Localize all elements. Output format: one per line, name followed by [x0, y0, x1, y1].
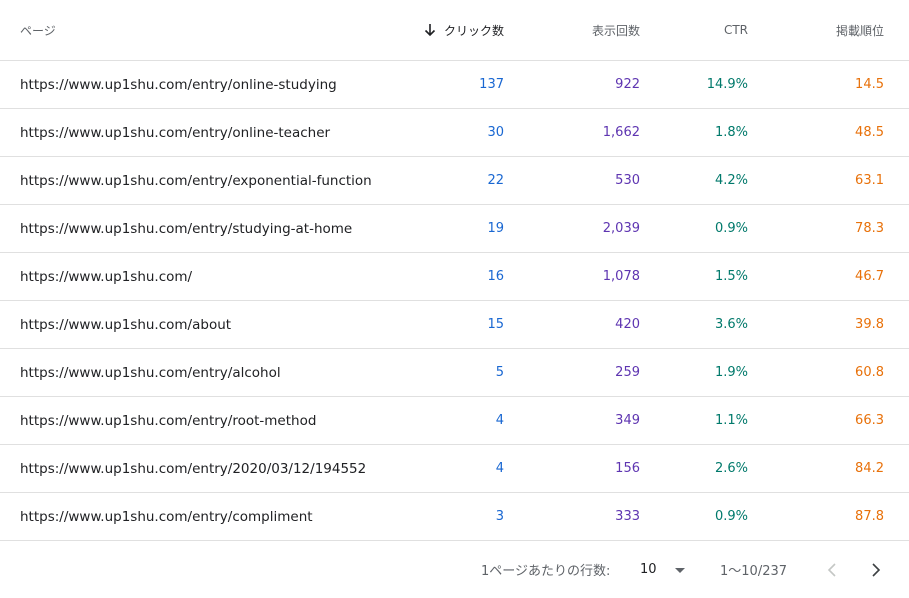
clicks-value: 4: [495, 413, 504, 428]
impressions-value: 2,039: [602, 221, 640, 236]
table-row[interactable]: https://www.up1shu.com/entry/root-method…: [0, 397, 909, 445]
page-url: https://www.up1shu.com/: [20, 268, 193, 285]
chevron-right-icon: [872, 562, 881, 577]
column-header-ctr[interactable]: CTR: [724, 0, 748, 60]
arrow-down-icon: [424, 24, 436, 37]
table-row[interactable]: https://www.up1shu.com/entry/online-stud…: [0, 61, 909, 109]
previous-page-button[interactable]: [822, 541, 842, 598]
table-row[interactable]: https://www.up1shu.com/entry/alcohol 5 2…: [0, 349, 909, 397]
table-header: ページ クリック数 表示回数 CTR 掲載順位: [0, 0, 909, 61]
page-url: https://www.up1shu.com/entry/online-stud…: [20, 76, 337, 93]
dropdown-caret-icon: [674, 568, 685, 573]
column-header-impressions[interactable]: 表示回数: [592, 0, 640, 60]
ctr-value: 1.9%: [714, 365, 748, 380]
page-url: https://www.up1shu.com/entry/alcohol: [20, 364, 281, 381]
position-value: 78.3: [855, 221, 884, 236]
position-value: 39.8: [855, 317, 884, 332]
table-row[interactable]: https://www.up1shu.com/about 15 420 3.6%…: [0, 301, 909, 349]
pagination-range: 1〜10/237: [720, 564, 788, 579]
column-header-clicks-label: クリック数: [443, 23, 504, 38]
table-row[interactable]: https://www.up1shu.com/entry/compliment …: [0, 493, 909, 541]
ctr-value: 4.2%: [714, 173, 748, 188]
ctr-value: 1.1%: [714, 413, 748, 428]
clicks-value: 19: [487, 221, 504, 236]
clicks-value: 30: [487, 125, 504, 140]
clicks-value: 16: [487, 269, 504, 284]
impressions-value: 922: [615, 77, 640, 92]
column-header-page[interactable]: ページ: [20, 0, 56, 60]
table-row[interactable]: https://www.up1shu.com/ 16 1,078 1.5% 46…: [0, 253, 909, 301]
clicks-value: 5: [495, 365, 504, 380]
clicks-value: 15: [487, 317, 504, 332]
table-row[interactable]: https://www.up1shu.com/entry/studying-at…: [0, 205, 909, 253]
table-row[interactable]: https://www.up1shu.com/entry/online-teac…: [0, 109, 909, 157]
page-url: https://www.up1shu.com/entry/root-method: [20, 412, 317, 429]
impressions-value: 156: [615, 461, 640, 476]
position-value: 60.8: [855, 365, 884, 380]
impressions-value: 349: [615, 413, 640, 428]
clicks-value: 22: [487, 173, 504, 188]
clicks-value: 3: [495, 509, 504, 524]
rows-per-page-select[interactable]: 10: [640, 541, 688, 598]
ctr-value: 1.5%: [714, 269, 748, 284]
next-page-button[interactable]: [866, 541, 886, 598]
pages-table: ページ クリック数 表示回数 CTR 掲載順位 https://www.up1s…: [0, 0, 909, 541]
impressions-value: 259: [615, 365, 640, 380]
impressions-value: 1,662: [602, 125, 640, 140]
column-header-position[interactable]: 掲載順位: [836, 0, 884, 60]
page-url: https://www.up1shu.com/entry/2020/03/12/…: [20, 460, 367, 477]
ctr-value: 1.8%: [714, 125, 748, 140]
impressions-value: 530: [615, 173, 640, 188]
page-url: https://www.up1shu.com/about: [20, 316, 232, 333]
pagination-footer: 1ページあたりの行数: 10 1〜10/237: [0, 541, 909, 598]
table-row[interactable]: https://www.up1shu.com/entry/2020/03/12/…: [0, 445, 909, 493]
page-url: https://www.up1shu.com/entry/exponential…: [20, 172, 372, 189]
impressions-value: 1,078: [602, 269, 640, 284]
chevron-left-icon: [827, 562, 836, 577]
position-value: 46.7: [855, 269, 884, 284]
column-header-clicks[interactable]: クリック数: [424, 0, 504, 60]
ctr-value: 3.6%: [714, 317, 748, 332]
position-value: 84.2: [855, 461, 884, 476]
position-value: 48.5: [855, 125, 884, 140]
position-value: 66.3: [855, 413, 884, 428]
impressions-value: 333: [615, 509, 640, 524]
page-url: https://www.up1shu.com/entry/compliment: [20, 508, 313, 525]
ctr-value: 2.6%: [714, 461, 748, 476]
impressions-value: 420: [615, 317, 640, 332]
table-row[interactable]: https://www.up1shu.com/entry/exponential…: [0, 157, 909, 205]
position-value: 14.5: [855, 77, 884, 92]
ctr-value: 0.9%: [714, 221, 748, 236]
position-value: 87.8: [855, 509, 884, 524]
page-url: https://www.up1shu.com/entry/studying-at…: [20, 220, 353, 237]
clicks-value: 4: [495, 461, 504, 476]
position-value: 63.1: [855, 173, 884, 188]
clicks-value: 137: [479, 77, 504, 92]
page-url: https://www.up1shu.com/entry/online-teac…: [20, 124, 331, 141]
rows-per-page-value: 10: [640, 562, 657, 577]
ctr-value: 0.9%: [714, 509, 748, 524]
ctr-value: 14.9%: [706, 77, 748, 92]
rows-per-page-label: 1ページあたりの行数:: [481, 564, 611, 579]
